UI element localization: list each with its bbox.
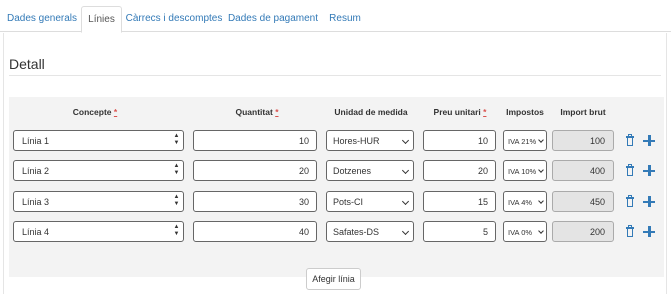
import-brut-field: 450 [552,191,614,212]
title-divider [9,75,661,76]
concepte-input[interactable]: Línia 1 ▲ ▼ [13,130,184,151]
quantitat-input[interactable]: 20 [193,160,317,181]
import-brut-field: 400 [552,160,614,181]
tab-bar: Dades generals Línies Càrrecs i descompt… [0,0,671,33]
iva-select[interactable]: IVA 10% [503,160,547,181]
concepte-input[interactable]: Línia 2 ▲ ▼ [13,160,184,181]
header-impostos: Impostos [506,107,544,117]
unitat-select[interactable]: Pots-CI [326,191,414,212]
required-mark: * [275,107,279,117]
plus-icon[interactable] [643,164,655,178]
plus-icon[interactable] [643,225,655,239]
trash-icon[interactable] [624,225,636,239]
spinner-arrows-icon[interactable]: ▲ ▼ [172,163,181,178]
chevron-down-icon [538,167,544,173]
lines-grid [9,97,664,277]
plus-icon[interactable] [643,134,655,148]
unitat-select[interactable]: Safates-DS [326,221,414,242]
preu-input[interactable]: 20 [423,160,496,181]
spinner-arrows-icon[interactable]: ▲ ▼ [172,133,181,148]
chevron-down-icon [538,228,544,234]
chevron-down-icon [538,198,544,204]
iva-select[interactable]: IVA 4% [503,191,547,212]
tab-linies[interactable]: Línies [81,6,122,33]
quantitat-input[interactable]: 40 [193,221,317,242]
concepte-input[interactable]: Línia 3 ▲ ▼ [13,191,184,212]
plus-icon[interactable] [643,195,655,209]
required-mark: * [483,107,487,117]
spinner-arrows-icon[interactable]: ▲ ▼ [172,224,181,239]
quantitat-input[interactable]: 30 [193,191,317,212]
unitat-select[interactable]: Dotzenes [326,160,414,181]
trash-icon[interactable] [624,134,636,148]
spinner-arrows-icon[interactable]: ▲ ▼ [172,194,181,209]
add-line-button[interactable]: Afegir línia [306,268,361,290]
preu-input[interactable]: 5 [423,221,496,242]
required-mark: * [113,107,118,117]
preu-input[interactable]: 10 [423,130,496,151]
chevron-down-icon [401,136,410,145]
chevron-down-icon [401,197,410,206]
tab-dades-generals[interactable]: Dades generals [3,8,81,32]
chevron-down-icon [401,227,410,236]
tab-resum[interactable]: Resum [323,8,367,32]
chevron-down-icon [401,166,410,175]
header-import-brut: Import brut [560,107,606,117]
header-quantitat: Quantitat * [235,107,279,117]
header-concepte: Concepte * [72,107,118,117]
import-brut-field: 100 [552,130,614,151]
header-unitat: Unidad de medida [334,107,408,117]
import-brut-field: 200 [552,221,614,242]
quantitat-input[interactable]: 10 [193,130,317,151]
trash-icon[interactable] [624,164,636,178]
chevron-down-icon [538,137,544,143]
preu-input[interactable]: 15 [423,191,496,212]
header-preu-unitari: Preu unitari * [433,107,487,117]
concepte-input[interactable]: Línia 4 ▲ ▼ [13,221,184,242]
tab-carrecs-i-descomptes[interactable]: Càrrecs i descomptes [125,8,223,32]
unitat-select[interactable]: Hores-HUR [326,130,414,151]
section-title: Detall [9,56,45,72]
trash-icon[interactable] [624,195,636,209]
iva-select[interactable]: IVA 0% [503,221,547,242]
iva-select[interactable]: IVA 21% [503,130,547,151]
tab-dades-de-pagament[interactable]: Dades de pagament [227,8,319,32]
